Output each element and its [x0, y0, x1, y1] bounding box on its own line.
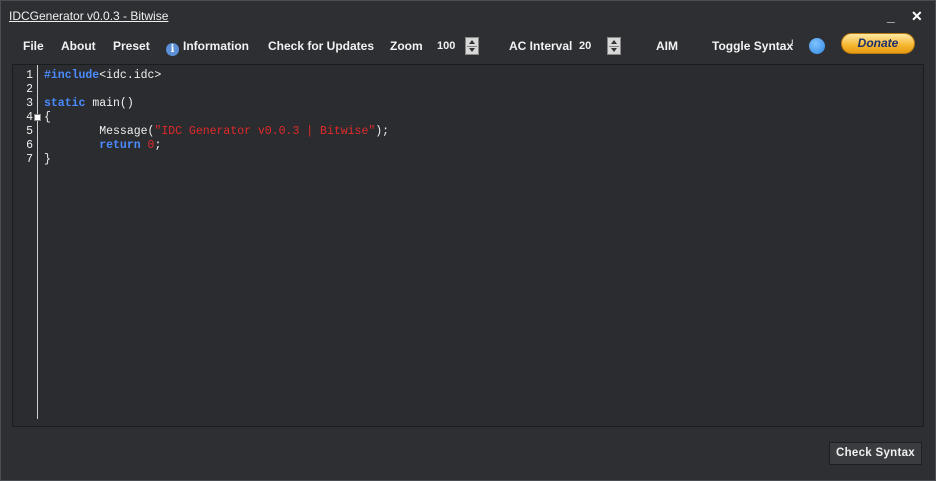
menu-about[interactable]: About: [61, 39, 96, 53]
code-token: Message(: [44, 125, 155, 138]
zoom-spin-buttons[interactable]: [465, 37, 479, 55]
donate-button[interactable]: Donate: [841, 33, 915, 54]
code-token: }: [44, 153, 51, 166]
ac-interval-value[interactable]: 20: [579, 40, 591, 52]
spin-divider: [609, 46, 619, 47]
code-token: );: [375, 125, 390, 138]
window-title: IDCGenerator v0.0.3 - Bitwise: [9, 9, 169, 23]
code-token: "IDC Generator v0.0.3 | Bitwise": [154, 125, 376, 138]
line-number: 1: [26, 69, 33, 82]
code-line[interactable]: {: [44, 111, 51, 125]
spin-divider: [467, 46, 477, 47]
code-token: ;: [154, 139, 162, 152]
code-token: static: [44, 97, 86, 110]
code-token: return: [99, 139, 141, 152]
line-number: 6: [26, 139, 33, 152]
code-token: {: [44, 111, 51, 124]
code-line[interactable]: #include<idc.idc>: [44, 69, 161, 83]
toggle-syntax-label: Toggle Syntax: [712, 39, 794, 53]
toggle-syntax-switch[interactable]: [793, 37, 827, 55]
title-bar[interactable]: IDCGenerator v0.0.3 - Bitwise _ ✕: [1, 1, 935, 31]
code-editor[interactable]: 1 #include<idc.idc> 2 3 static main() 4 {5 Mes…: [12, 64, 924, 427]
menu-check-updates[interactable]: Check for Updates: [268, 39, 374, 53]
code-token: #include: [44, 69, 100, 82]
close-button[interactable]: ✕: [911, 7, 923, 25]
menu-file[interactable]: File: [23, 39, 44, 53]
zoom-value[interactable]: 100: [437, 40, 455, 52]
zoom-label: Zoom: [390, 39, 423, 53]
menu-aim[interactable]: AIM: [656, 39, 678, 53]
line-number: 5: [26, 125, 33, 138]
code-line[interactable]: return 0;: [44, 139, 161, 153]
chevron-down-icon[interactable]: [469, 48, 475, 52]
fold-marker-icon[interactable]: [34, 114, 41, 121]
menu-preset[interactable]: Preset: [113, 39, 150, 53]
zoom-stepper[interactable]: 100: [433, 37, 479, 55]
info-icon: i: [166, 43, 179, 56]
line-number: 4: [26, 111, 33, 124]
line-number: 3: [26, 97, 33, 110]
code-line[interactable]: Message("IDC Generator v0.0.3 | Bitwise"…: [44, 125, 389, 139]
menu-information[interactable]: i Information: [166, 39, 249, 56]
chevron-up-icon[interactable]: [611, 40, 617, 44]
information-label: Information: [183, 39, 249, 53]
minimize-button[interactable]: _: [887, 7, 895, 25]
line-number: 7: [26, 153, 33, 166]
chevron-down-icon[interactable]: [611, 48, 617, 52]
chevron-up-icon[interactable]: [469, 40, 475, 44]
line-number: 2: [26, 83, 33, 96]
code-line[interactable]: }: [44, 153, 51, 167]
ac-interval-label: AC Interval: [509, 39, 573, 53]
app-window: IDCGenerator v0.0.3 - Bitwise _ ✕ File A…: [0, 0, 936, 481]
code-token: <idc.idc>: [99, 69, 162, 82]
toggle-knob[interactable]: [809, 38, 825, 54]
code-token: main(): [85, 97, 134, 110]
ac-interval-stepper[interactable]: 20: [575, 37, 621, 55]
check-syntax-button[interactable]: Check Syntax: [829, 442, 922, 465]
code-line[interactable]: static main(): [44, 97, 134, 111]
ac-interval-spin-buttons[interactable]: [607, 37, 621, 55]
